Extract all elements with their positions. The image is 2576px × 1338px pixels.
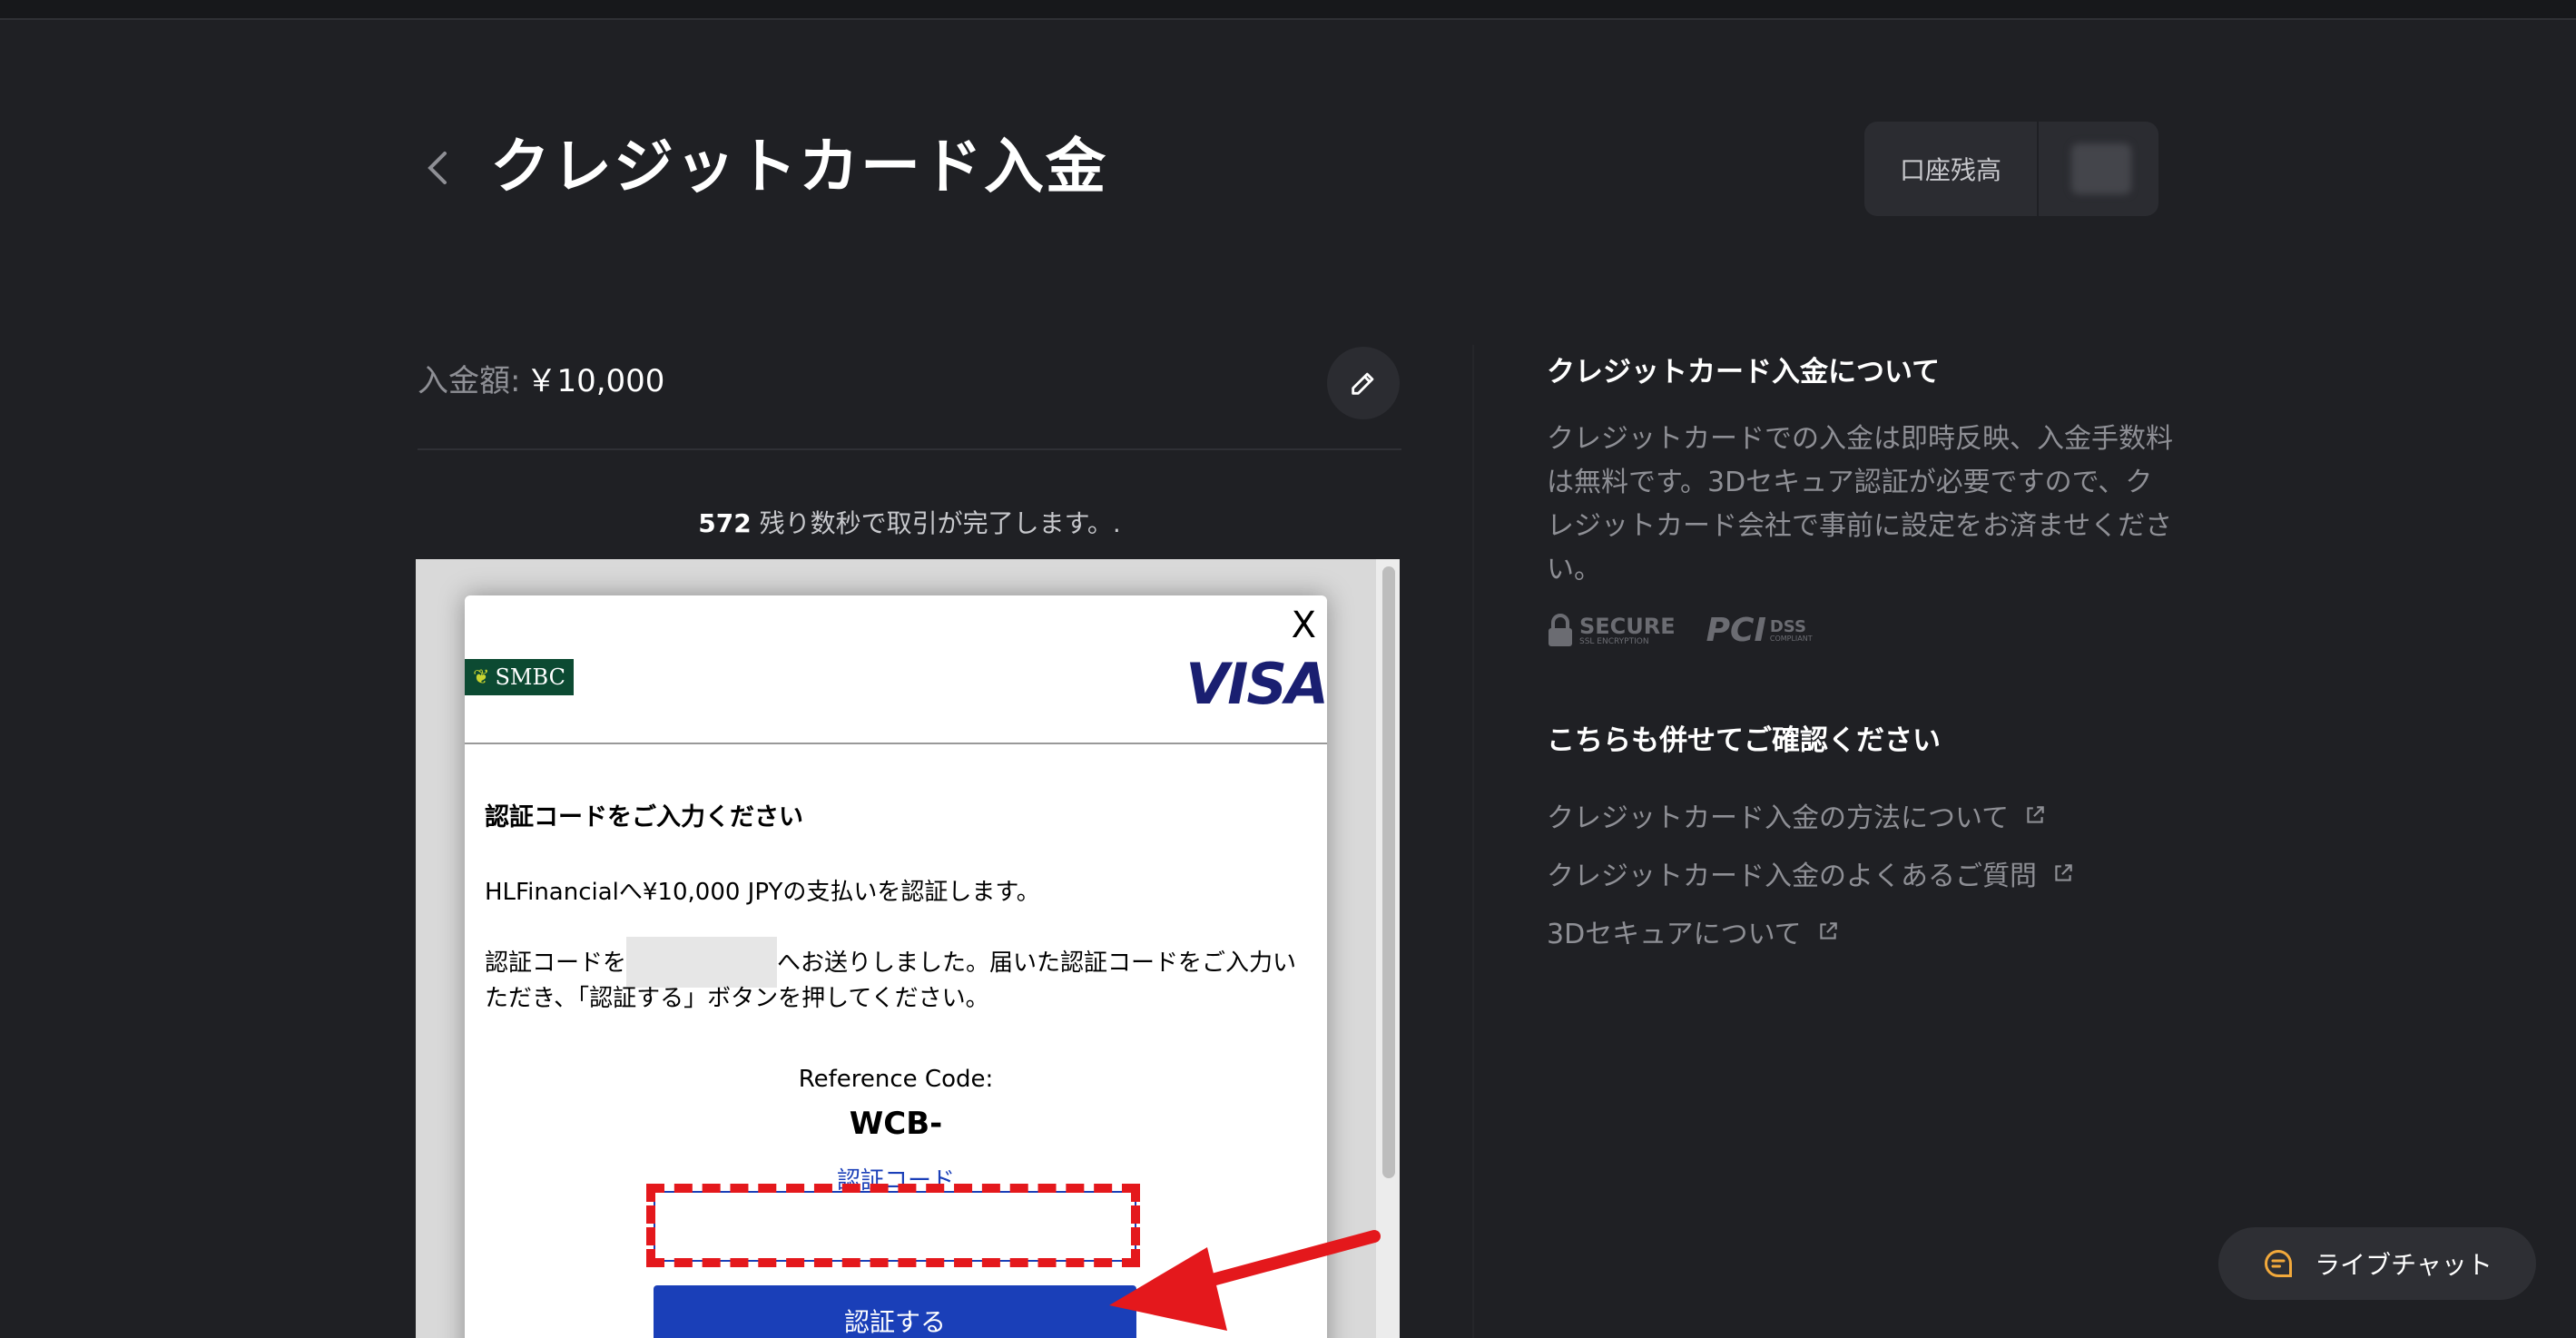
- scrollbar-thumb[interactable]: [1382, 566, 1395, 1178]
- pencil-icon: [1352, 372, 1374, 395]
- related-title: こちらも併せてご確認ください: [1547, 724, 1941, 757]
- secure-badge: SECURE SSL ENCRYPTION: [1547, 614, 1676, 648]
- external-link-icon: [2027, 806, 2044, 823]
- link-faq[interactable]: クレジットカード入金のよくあるご質問: [1547, 844, 2075, 902]
- deposit-amount: 入金額: ￥10,000: [418, 356, 664, 400]
- balance-label: 口座残高: [1899, 155, 2001, 185]
- 3ds-frame: X ❦ SMBC VISA 認証コードをご入力ください HLFinancialへ¥…: [416, 559, 1400, 1338]
- reference-code-label: Reference Code:: [798, 1066, 994, 1093]
- link-3d-secure[interactable]: 3Dセキュアについて: [1547, 902, 2075, 960]
- info-title: クレジットカード入金について: [1547, 356, 1941, 389]
- live-chat-button[interactable]: ライブチャット: [2218, 1227, 2536, 1300]
- external-link-icon: [1820, 922, 1837, 940]
- auth-heading: 認証コードをご入力ください: [485, 803, 803, 831]
- pci-dss-text: DSS: [1769, 617, 1806, 636]
- visa-logo: VISA: [1185, 651, 1329, 717]
- smbc-logo-text: SMBC: [495, 664, 565, 690]
- account-balance[interactable]: 口座残高: [1864, 122, 2158, 216]
- reference-code: WCB-: [849, 1106, 943, 1142]
- annotation-arrow: [1109, 1230, 1381, 1331]
- back-button[interactable]: [419, 145, 456, 191]
- modal-divider: [465, 743, 1327, 744]
- close-button[interactable]: X: [1292, 605, 1316, 646]
- pci-badge: PCI DSS COMPLIANT: [1706, 615, 1813, 647]
- security-badges: SECURE SSL ENCRYPTION PCI DSS COMPLIANT: [1547, 614, 1813, 648]
- auth-modal: X ❦ SMBC VISA 認証コードをご入力ください HLFinancialへ¥…: [465, 595, 1329, 1338]
- sent-text-before: 認証コードを: [485, 949, 627, 977]
- page-title: クレジットカード入金: [490, 132, 1107, 202]
- sent-message: 認証コードを へお送りしました。届いた認証コードをご入力いただき、「認証する」ボタ…: [485, 936, 1302, 1017]
- divider: [418, 448, 1401, 450]
- live-chat-label: ライブチャット: [2315, 1250, 2492, 1280]
- edit-amount-button[interactable]: [1327, 347, 1400, 419]
- info-body: クレジットカードでの入金は即時反映、入金手数料は無料です。3Dセキュア認証が必要…: [1547, 423, 2173, 585]
- countdown-message: 572 残り数秒で取引が完了します。.: [418, 504, 1401, 540]
- amount-label: 入金額:: [418, 363, 521, 399]
- balance-divider: [2037, 122, 2039, 216]
- chevron-left-icon: [428, 152, 447, 184]
- column-separator: [1472, 345, 1474, 1338]
- link-label: クレジットカード入金のよくあるご質問: [1547, 861, 2037, 892]
- leaf-icon: ❦: [473, 665, 490, 689]
- secure-badge-text: SECURE: [1579, 614, 1676, 639]
- verify-button[interactable]: 認証する: [654, 1285, 1136, 1338]
- smbc-logo: ❦ SMBC: [465, 659, 574, 695]
- payment-line: HLFinancialへ¥10,000 JPYの支払いを認証します。: [485, 879, 1040, 906]
- lock-icon: [1549, 614, 1572, 646]
- link-label: クレジットカード入金の方法について: [1547, 802, 2010, 834]
- amount-value: ￥10,000: [526, 363, 665, 399]
- chat-bubble-icon: [2262, 1247, 2295, 1280]
- frame-scrollbar[interactable]: [1376, 559, 1400, 1338]
- pci-badge-subtext: COMPLIANT: [1769, 635, 1813, 643]
- external-link-icon: [2055, 864, 2072, 881]
- balance-value-redacted: [2071, 143, 2131, 194]
- link-how-to-deposit[interactable]: クレジットカード入金の方法について: [1547, 786, 2075, 844]
- otp-input[interactable]: [654, 1191, 1136, 1262]
- countdown-text: 残り数秒で取引が完了します。.: [751, 508, 1121, 538]
- countdown-seconds: 572: [698, 508, 752, 538]
- redacted-destination: [626, 936, 778, 988]
- top-bar: [0, 0, 2576, 20]
- pci-badge-text: PCI: [1706, 612, 1766, 649]
- related-links: クレジットカード入金の方法について クレジットカード入金のよくあるご質問 3Dセ…: [1547, 786, 2075, 960]
- link-label: 3Dセキュアについて: [1547, 919, 1802, 950]
